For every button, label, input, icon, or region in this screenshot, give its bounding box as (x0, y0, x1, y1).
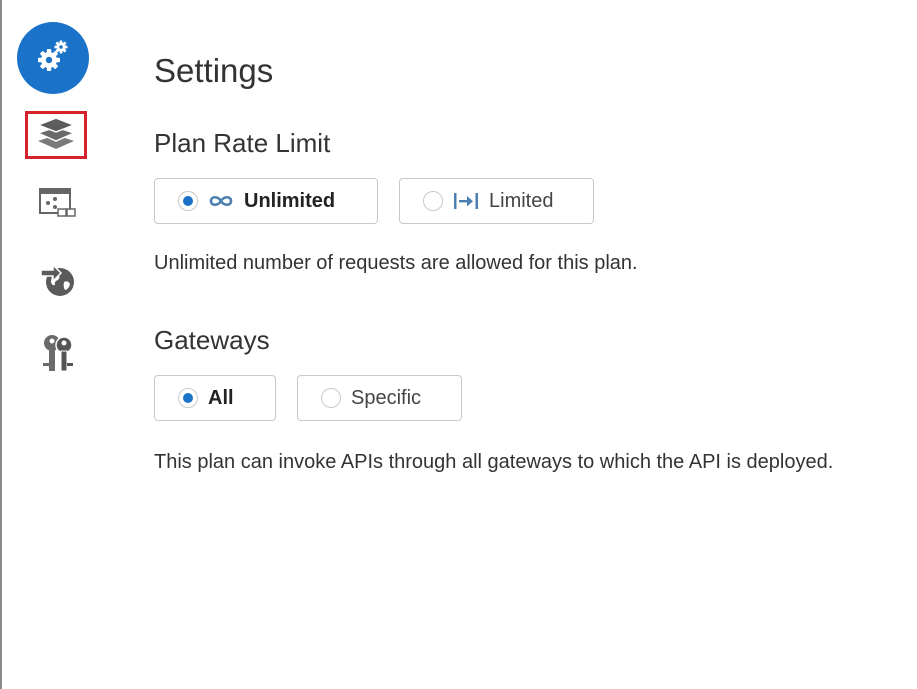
gateways-description: This plan can invoke APIs through all ga… (154, 451, 834, 473)
option-limited-label: Limited (489, 189, 554, 212)
layers-icon (35, 116, 77, 155)
radio-all[interactable] (178, 388, 198, 408)
limit-arrow-icon (453, 192, 479, 210)
option-specific-gateways[interactable]: Specific (297, 375, 462, 421)
diagram-window-icon (38, 187, 78, 228)
globe-arrow-icon (38, 260, 78, 303)
gateways-heading: Gateways (154, 325, 270, 355)
sidebar-item-settings[interactable] (17, 22, 89, 94)
gears-icon (36, 39, 70, 78)
radio-unlimited[interactable] (178, 191, 198, 211)
sidebar-item-plans[interactable] (25, 111, 87, 159)
option-all-gateways[interactable]: All (154, 375, 276, 421)
sidebar-item-deployments[interactable] (27, 257, 89, 305)
radio-specific[interactable] (321, 388, 341, 408)
option-unlimited-label: Unlimited (244, 189, 336, 212)
option-specific-label: Specific (351, 386, 422, 409)
option-limited[interactable]: Limited (399, 178, 594, 224)
option-all-label: All (208, 386, 234, 409)
sidebar (2, 0, 112, 689)
radio-limited[interactable] (423, 191, 443, 211)
sidebar-item-diagram[interactable] (27, 183, 89, 231)
option-unlimited[interactable]: Unlimited (154, 178, 378, 224)
rate-limit-description: Unlimited number of requests are allowed… (154, 252, 638, 274)
sidebar-item-keys[interactable] (27, 331, 89, 379)
infinity-icon (208, 194, 234, 208)
keys-icon (40, 333, 76, 378)
page-title: Settings (154, 52, 274, 89)
rate-limit-heading: Plan Rate Limit (154, 128, 331, 158)
